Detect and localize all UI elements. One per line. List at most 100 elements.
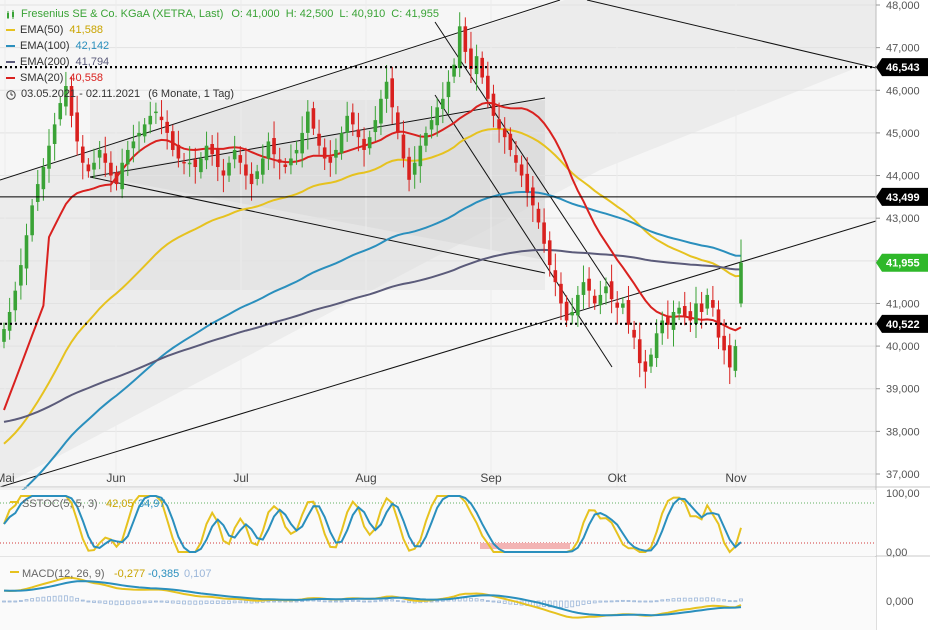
candle-body — [694, 303, 698, 324]
macd-swatch — [10, 571, 19, 573]
candle-body — [632, 329, 636, 338]
legend-swatch — [6, 77, 15, 79]
x-tick-label: Nov — [725, 471, 746, 485]
y-tick-label: 37,000 — [886, 469, 920, 481]
candle-body — [283, 164, 288, 168]
candle-body — [615, 302, 620, 308]
price-tag-label: 43,499 — [886, 192, 920, 204]
candle-body — [576, 294, 580, 316]
price-tag-label: 41,955 — [886, 258, 920, 270]
y-tick-label: 45,000 — [886, 128, 920, 140]
candle-body — [176, 144, 181, 159]
candle-body — [379, 98, 383, 124]
candle-body — [114, 172, 119, 185]
candle-body — [334, 149, 338, 158]
candle-body — [536, 208, 541, 223]
candle-body — [418, 145, 423, 167]
x-tick-label: Jul — [233, 471, 248, 485]
macd-value-2: -0,385 — [148, 568, 179, 580]
candle-body — [559, 283, 563, 304]
legend-label: SMA(20) — [20, 72, 64, 84]
candle-body — [682, 306, 687, 317]
candle-body — [13, 290, 18, 311]
candle-body — [131, 141, 136, 149]
macd-value-3: 0,107 — [184, 568, 212, 580]
candle-body — [58, 103, 63, 120]
candle-body — [75, 112, 79, 142]
legend-item-ema200: EMA(200) 41,794 — [6, 54, 439, 70]
legend-swatch — [6, 45, 15, 47]
candle-body — [227, 162, 231, 176]
candle-body — [424, 132, 428, 146]
candle-body — [457, 26, 462, 69]
candle-body — [351, 112, 355, 125]
candle-body — [412, 162, 417, 175]
x-tick-label: Mai — [0, 471, 15, 485]
candle-body — [367, 137, 372, 149]
candle-body — [654, 333, 659, 359]
candle-body — [491, 93, 496, 116]
legend-value: 41,794 — [75, 56, 110, 68]
candle-body — [154, 111, 158, 114]
candle-body — [716, 309, 721, 338]
candle-body — [109, 162, 113, 176]
candle-body — [97, 149, 102, 158]
candle-body — [502, 128, 507, 138]
candle-body — [35, 184, 40, 202]
candle-body — [547, 240, 552, 266]
legend-label: EMA(50) — [20, 24, 64, 36]
legend-high: H: 42,500 — [285, 8, 334, 20]
macd-tick-zero: 0,000 — [886, 596, 914, 608]
candle-body — [339, 132, 344, 154]
candle-body — [671, 311, 676, 330]
y-tick-label: 40,000 — [886, 341, 920, 353]
macd-value-1: -0,277 — [114, 568, 145, 580]
legend-item-ema50: EMA(50) 41,588 — [6, 22, 439, 38]
candle-body — [463, 26, 468, 52]
candle-body — [564, 301, 569, 321]
legend-range-row: 03.05.2021 - 02.11.2021 (6 Monate, 1 Tag… — [6, 86, 439, 102]
sstoc-tick-low: 0,00 — [886, 547, 907, 559]
candle-body — [508, 133, 513, 150]
candle-body — [373, 120, 378, 133]
candle-body — [727, 345, 732, 368]
candle-body — [249, 173, 254, 185]
candle-body — [604, 286, 608, 294]
candle-body — [86, 164, 91, 172]
x-tick-label: Okt — [608, 471, 627, 485]
candle-body — [474, 56, 479, 75]
candle-body — [446, 81, 451, 98]
candle-body — [739, 262, 743, 304]
candle-body — [587, 278, 591, 291]
candle-body — [148, 115, 153, 125]
candle-body — [429, 120, 434, 130]
candle-body — [92, 162, 96, 170]
candle-body — [125, 149, 130, 165]
candle-body — [199, 158, 203, 173]
clock-icon — [6, 89, 16, 100]
candle-body — [7, 311, 12, 331]
price-tag-label: 40,522 — [886, 319, 920, 331]
candle-body — [643, 361, 648, 372]
legend-open: O: 41,000 — [231, 8, 280, 20]
candle-body — [215, 149, 220, 168]
candle-body — [170, 131, 175, 150]
candle-body — [328, 156, 333, 163]
candle-body — [19, 265, 23, 286]
legend-instrument: Fresenius SE & Co. KGaA (XETRA, Last) — [21, 8, 224, 20]
candle-body — [688, 311, 693, 321]
legend-date-range: 03.05.2021 - 02.11.2021 — [21, 88, 141, 100]
candle-body — [626, 300, 631, 325]
candle-body — [24, 235, 29, 269]
candle-body — [204, 145, 209, 161]
candle-body — [542, 222, 546, 244]
candle-body — [525, 173, 530, 193]
candle-body — [660, 320, 665, 334]
candle-body — [2, 329, 6, 342]
candle-body — [733, 346, 738, 371]
candle-body — [182, 161, 186, 164]
candle-body — [300, 132, 304, 154]
y-tick-label: 44,000 — [886, 171, 920, 183]
y-tick-label: 43,000 — [886, 213, 920, 225]
candle-body — [570, 311, 575, 316]
